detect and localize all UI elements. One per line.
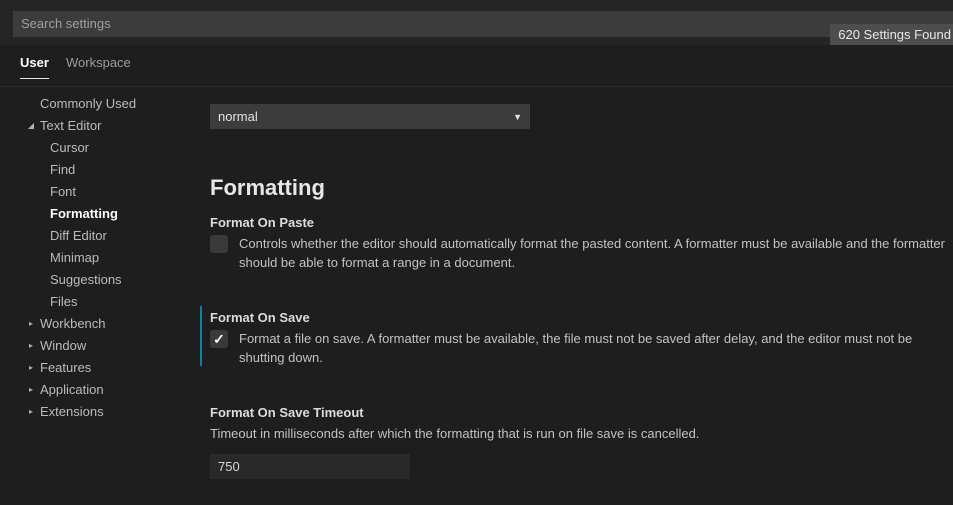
chevron-right-icon[interactable]: ▸ [25,379,37,401]
sidebar-item-minimap[interactable]: Minimap [0,247,198,269]
sidebar-item-diff-editor[interactable]: Diff Editor [0,225,198,247]
sidebar-item-label: Commonly Used [40,96,137,111]
sidebar-item-text-editor[interactable]: ◢ Text Editor [0,115,198,137]
sidebar-item-label: Suggestions [50,272,122,287]
sidebar-item-label: Extensions [40,404,104,419]
sidebar-item-formatting[interactable]: Formatting [0,203,198,225]
settings-content-pane: normal ▼ Formatting Format On Paste Cont… [198,93,953,505]
sidebar-item-files[interactable]: Files [0,291,198,313]
format-on-paste-checkbox[interactable] [210,235,228,253]
sidebar-item-label: Diff Editor [50,228,107,243]
setting-body: Controls whether the editor should autom… [210,234,952,272]
chevron-down-icon[interactable]: ◢ [25,115,37,137]
setting-description: Controls whether the editor should autom… [239,236,945,270]
sidebar-item-extensions[interactable]: ▸ Extensions [0,401,198,423]
search-input[interactable]: Search settings 620 Settings Found [13,11,953,46]
sidebar-item-label: Font [50,184,77,199]
sidebar-item-label: Formatting [50,206,118,221]
sidebar-item-label: Find [50,162,76,177]
input-value: 750 [218,459,240,474]
checkmark-icon [210,235,228,253]
page-title: Formatting [210,175,325,200]
setting-description: Format a file on save. A formatter must … [239,331,913,365]
chevron-right-icon[interactable]: ▸ [25,335,37,357]
tab-workspace[interactable]: Workspace [66,55,131,78]
setting-title: Format On Save [210,310,310,325]
sidebar-item-label: Application [40,382,104,397]
sidebar-item-label: Features [40,360,92,375]
sidebar-item-commonly-used[interactable]: Commonly Used [0,93,198,115]
sidebar-item-suggestions[interactable]: Suggestions [0,269,198,291]
sidebar-item-label: Workbench [40,316,106,331]
chevron-right-icon[interactable]: ▸ [25,357,37,379]
tab-user[interactable]: User [20,55,49,79]
search-input-placeholder: Search settings [21,16,111,31]
sidebar-item-label: Text Editor [40,118,102,133]
settings-scope-tabs: User Workspace [0,45,953,87]
checkmark-icon: ✓ [213,331,225,347]
chevron-right-icon[interactable]: ▸ [25,401,37,423]
sidebar-item-label: Cursor [50,140,90,155]
sidebar-item-cursor[interactable]: Cursor [0,137,198,159]
sidebar-item-workbench[interactable]: ▸ Workbench [0,313,198,335]
settings-category-tree[interactable]: Commonly Used ◢ Text Editor Cursor Find Font F… [0,93,198,505]
sidebar-item-window[interactable]: ▸ Window [0,335,198,357]
setting-format-on-save-timeout: Format On Save Timeout Timeout in millis… [210,405,952,479]
select-value: normal [218,109,258,124]
sidebar-item-font[interactable]: Font [0,181,198,203]
cursor-style-select[interactable]: normal ▼ [210,104,530,129]
format-on-save-timeout-input[interactable]: 750 [210,454,410,479]
sidebar-item-label: Minimap [50,250,100,265]
setting-title: Format On Paste [210,215,315,230]
settings-found-badge: 620 Settings Found [830,24,953,46]
sidebar-item-label: Window [40,338,87,353]
chevron-right-icon[interactable]: ▸ [25,313,37,335]
setting-body: ✓ Format a file on save. A formatter mus… [210,329,952,367]
chevron-down-icon: ▼ [513,111,522,122]
setting-format-on-paste: Format On Paste Controls whether the edi… [210,215,952,272]
sidebar-item-label: Files [50,294,78,309]
setting-description: Timeout in milliseconds after which the … [210,426,700,441]
modified-setting-indicator [200,306,202,366]
sidebar-item-find[interactable]: Find [0,159,198,181]
setting-format-on-save: Format On Save ✓ Format a file on save. … [200,306,952,367]
setting-title: Format On Save Timeout [210,405,364,420]
format-on-save-checkbox[interactable]: ✓ [210,330,228,348]
sidebar-item-application[interactable]: ▸ Application [0,379,198,401]
settings-search-header: Search settings 620 Settings Found [0,0,953,46]
sidebar-item-features[interactable]: ▸ Features [0,357,198,379]
